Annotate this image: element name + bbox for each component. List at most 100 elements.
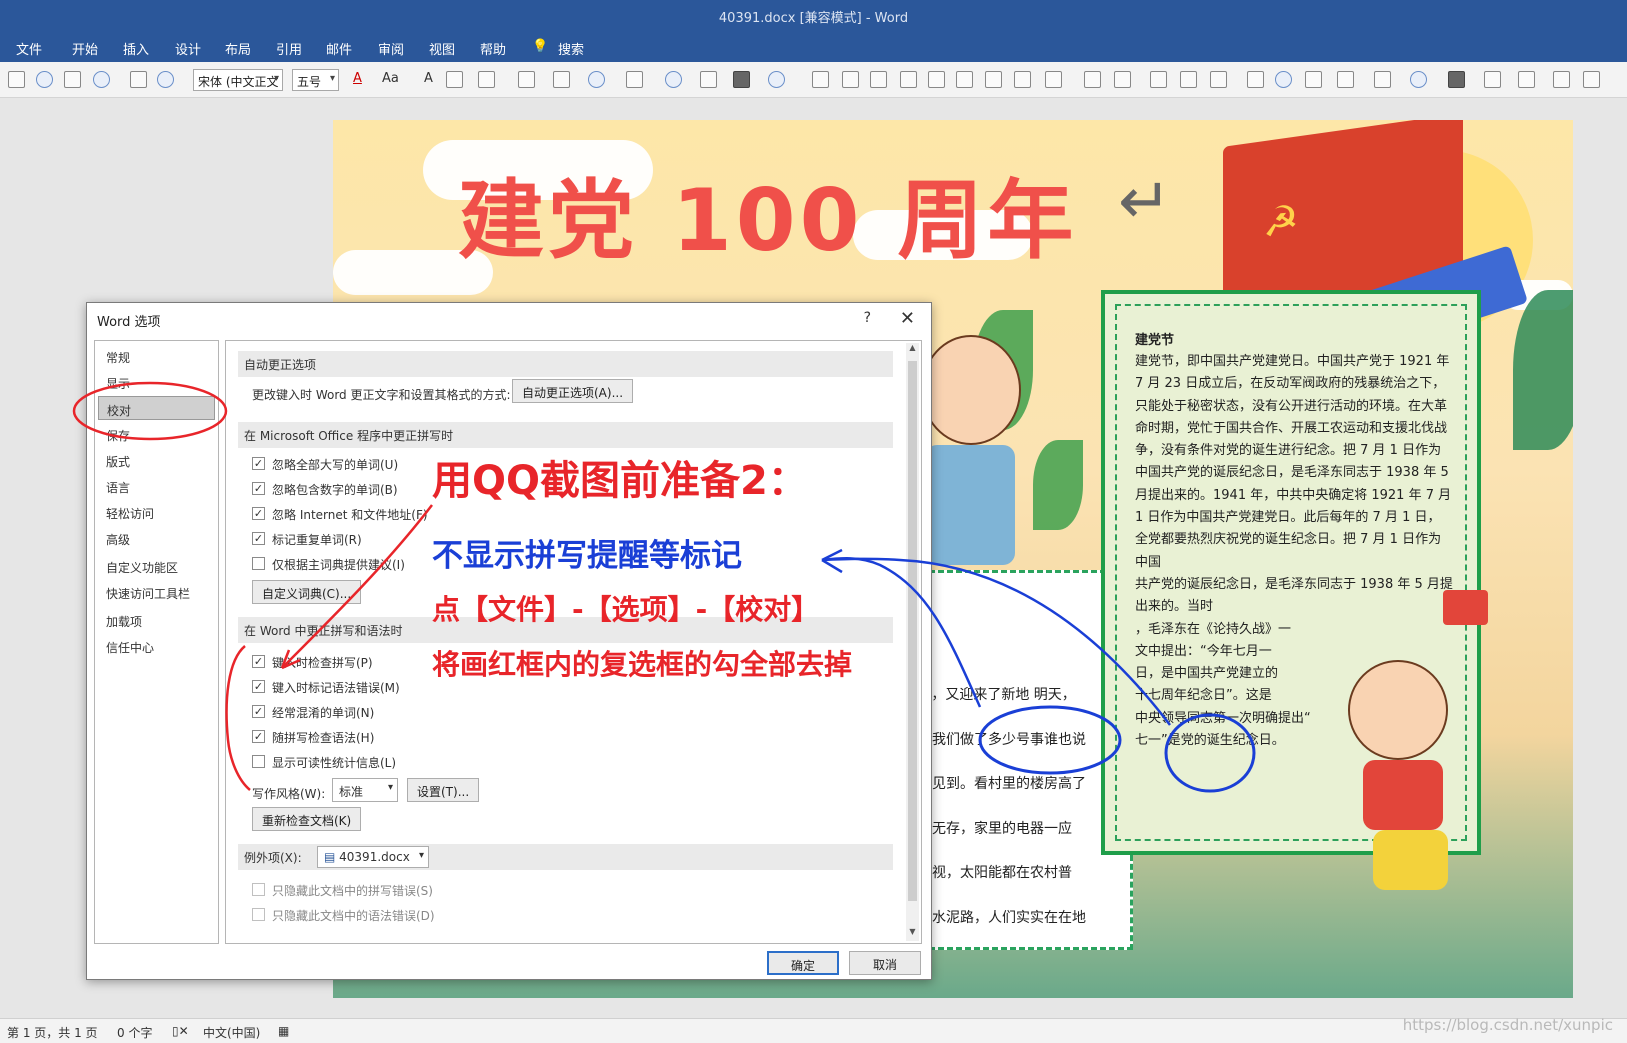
ignore-numbers-checkbox[interactable] bbox=[252, 482, 265, 495]
check-spelling-checkbox[interactable] bbox=[252, 655, 265, 668]
fill-icon[interactable] bbox=[665, 71, 682, 88]
check-grammar-checkbox[interactable] bbox=[252, 730, 265, 743]
distribute-icon[interactable] bbox=[985, 71, 1002, 88]
line-spacing-icon[interactable] bbox=[446, 71, 463, 88]
table-icon[interactable] bbox=[64, 71, 81, 88]
cancel-button[interactable]: 取消 bbox=[849, 951, 921, 975]
group-icon[interactable] bbox=[1084, 71, 1101, 88]
ignore-internet-checkbox[interactable] bbox=[252, 507, 265, 520]
exceptions-file-select[interactable]: ▤ 40391.docx ▾ bbox=[317, 846, 429, 868]
main-dictionary-checkbox[interactable] bbox=[252, 557, 265, 570]
nav-item-typography[interactable]: 版式 bbox=[98, 448, 215, 472]
nav-item-proofing[interactable]: 校对 bbox=[98, 396, 215, 420]
tab-insert[interactable]: 插入 bbox=[123, 39, 149, 58]
nav-item-advanced[interactable]: 高级 bbox=[98, 526, 215, 550]
shape-icon[interactable] bbox=[626, 71, 643, 88]
page-count[interactable]: 第 1 页，共 1 页 bbox=[7, 1024, 98, 1041]
tab-design[interactable]: 设计 bbox=[175, 39, 201, 58]
tab-search[interactable]: 搜索 bbox=[558, 39, 584, 58]
align-middle-icon[interactable] bbox=[928, 71, 945, 88]
tab-help[interactable]: 帮助 bbox=[480, 39, 506, 58]
scroll-up-icon[interactable]: ▲ bbox=[906, 343, 919, 357]
edit-points-icon[interactable] bbox=[1374, 71, 1391, 88]
align-right-icon[interactable] bbox=[870, 71, 887, 88]
position-icon[interactable] bbox=[1045, 71, 1062, 88]
nav-item-quick-access[interactable]: 快速访问工具栏 bbox=[98, 580, 215, 604]
numbering-icon[interactable] bbox=[553, 71, 570, 88]
nav-item-addins[interactable]: 加载项 bbox=[98, 608, 215, 632]
effects-icon[interactable] bbox=[1410, 71, 1427, 88]
bring-forward-icon[interactable] bbox=[1150, 71, 1167, 88]
indent-icon[interactable] bbox=[478, 71, 495, 88]
align-bottom-icon[interactable] bbox=[956, 71, 973, 88]
brush-icon[interactable] bbox=[93, 71, 110, 88]
page-icon[interactable] bbox=[1553, 71, 1570, 88]
nav-item-accessibility[interactable]: 轻松访问 bbox=[98, 500, 215, 524]
close-doc-icon[interactable] bbox=[1583, 71, 1600, 88]
shadow-icon[interactable] bbox=[768, 71, 785, 88]
hide-grammar-errors-checkbox[interactable] bbox=[252, 908, 265, 921]
custom-dictionaries-button[interactable]: 自定义词典(C)... bbox=[252, 580, 362, 604]
language-indicator[interactable]: 中文(中国) bbox=[203, 1024, 260, 1041]
outline-icon[interactable] bbox=[700, 71, 717, 88]
grammar-settings-button[interactable]: 设置(T)... bbox=[407, 778, 480, 802]
align-left-icon[interactable] bbox=[812, 71, 829, 88]
help-button[interactable]: ? bbox=[864, 310, 871, 326]
bullets-icon[interactable] bbox=[518, 71, 535, 88]
line-weight-icon[interactable] bbox=[733, 71, 750, 88]
nav-item-customize-ribbon[interactable]: 自定义功能区 bbox=[98, 554, 215, 578]
tab-layout[interactable]: 布局 bbox=[225, 39, 251, 58]
distribute-vertical-icon[interactable] bbox=[1014, 71, 1031, 88]
text-effects-icon[interactable] bbox=[588, 71, 605, 88]
tab-file[interactable]: 文件 bbox=[16, 39, 42, 58]
word-count[interactable]: 0 个字 bbox=[117, 1024, 152, 1041]
select-icon[interactable] bbox=[8, 71, 25, 88]
writing-style-select[interactable]: 标准 ▾ bbox=[332, 778, 398, 802]
proofing-status-icon[interactable]: ▯✕ bbox=[172, 1024, 189, 1038]
tab-home[interactable]: 开始 bbox=[72, 39, 98, 58]
tab-view[interactable]: 视图 bbox=[429, 39, 455, 58]
align-top-icon[interactable] bbox=[900, 71, 917, 88]
font-size-select[interactable]: 五号 bbox=[292, 69, 339, 91]
style-icon[interactable] bbox=[157, 71, 174, 88]
tab-mailings[interactable]: 邮件 bbox=[326, 39, 352, 58]
nav-item-language[interactable]: 语言 bbox=[98, 474, 215, 498]
picture-border-icon[interactable] bbox=[1337, 71, 1354, 88]
vertical-scrollbar[interactable]: ▲ ▼ bbox=[906, 343, 919, 941]
flag-repeated-checkbox[interactable] bbox=[252, 532, 265, 545]
align-center-icon[interactable] bbox=[842, 71, 859, 88]
change-case-button[interactable]: Aa bbox=[382, 71, 399, 86]
format-painter-icon[interactable] bbox=[36, 71, 53, 88]
tab-review[interactable]: 审阅 bbox=[378, 39, 404, 58]
recheck-document-button[interactable]: 重新检查文档(K) bbox=[252, 807, 362, 831]
ungroup-icon[interactable] bbox=[1114, 71, 1131, 88]
wrap-text-icon[interactable] bbox=[1210, 71, 1227, 88]
tab-references[interactable]: 引用 bbox=[276, 39, 302, 58]
crop-icon[interactable] bbox=[1247, 71, 1264, 88]
theme-colors-icon[interactable] bbox=[1448, 71, 1465, 88]
font-name-select[interactable]: 宋体 (中文正文 bbox=[193, 69, 283, 91]
readability-checkbox[interactable] bbox=[252, 755, 265, 768]
nav-item-general[interactable]: 常规 bbox=[98, 344, 215, 368]
close-button[interactable]: ✕ bbox=[900, 308, 915, 329]
nav-item-trust-center[interactable]: 信任中心 bbox=[98, 634, 215, 658]
autocorrect-options-button[interactable]: 自动更正选项(A)... bbox=[512, 379, 634, 403]
confused-words-checkbox[interactable] bbox=[252, 705, 265, 718]
send-backward-icon[interactable] bbox=[1180, 71, 1197, 88]
scroll-thumb[interactable] bbox=[908, 361, 917, 901]
ok-button[interactable]: 确定 bbox=[767, 951, 839, 975]
brightness-icon[interactable] bbox=[1275, 71, 1292, 88]
ignore-uppercase-checkbox[interactable] bbox=[252, 457, 265, 470]
macro-icon[interactable]: ▦ bbox=[278, 1024, 289, 1038]
nav-item-save[interactable]: 保存 bbox=[98, 422, 215, 446]
find-replace-icon[interactable] bbox=[1484, 71, 1501, 88]
font-color-button[interactable]: A bbox=[353, 71, 362, 86]
clear-format-button[interactable]: A bbox=[424, 71, 433, 86]
new-doc-icon[interactable] bbox=[1518, 71, 1535, 88]
hide-spelling-errors-checkbox[interactable] bbox=[252, 883, 265, 896]
textbox-icon[interactable] bbox=[130, 71, 147, 88]
picture-icon[interactable] bbox=[1305, 71, 1322, 88]
scroll-down-icon[interactable]: ▼ bbox=[906, 927, 919, 941]
nav-item-display[interactable]: 显示 bbox=[98, 370, 215, 394]
mark-grammar-checkbox[interactable] bbox=[252, 680, 265, 693]
